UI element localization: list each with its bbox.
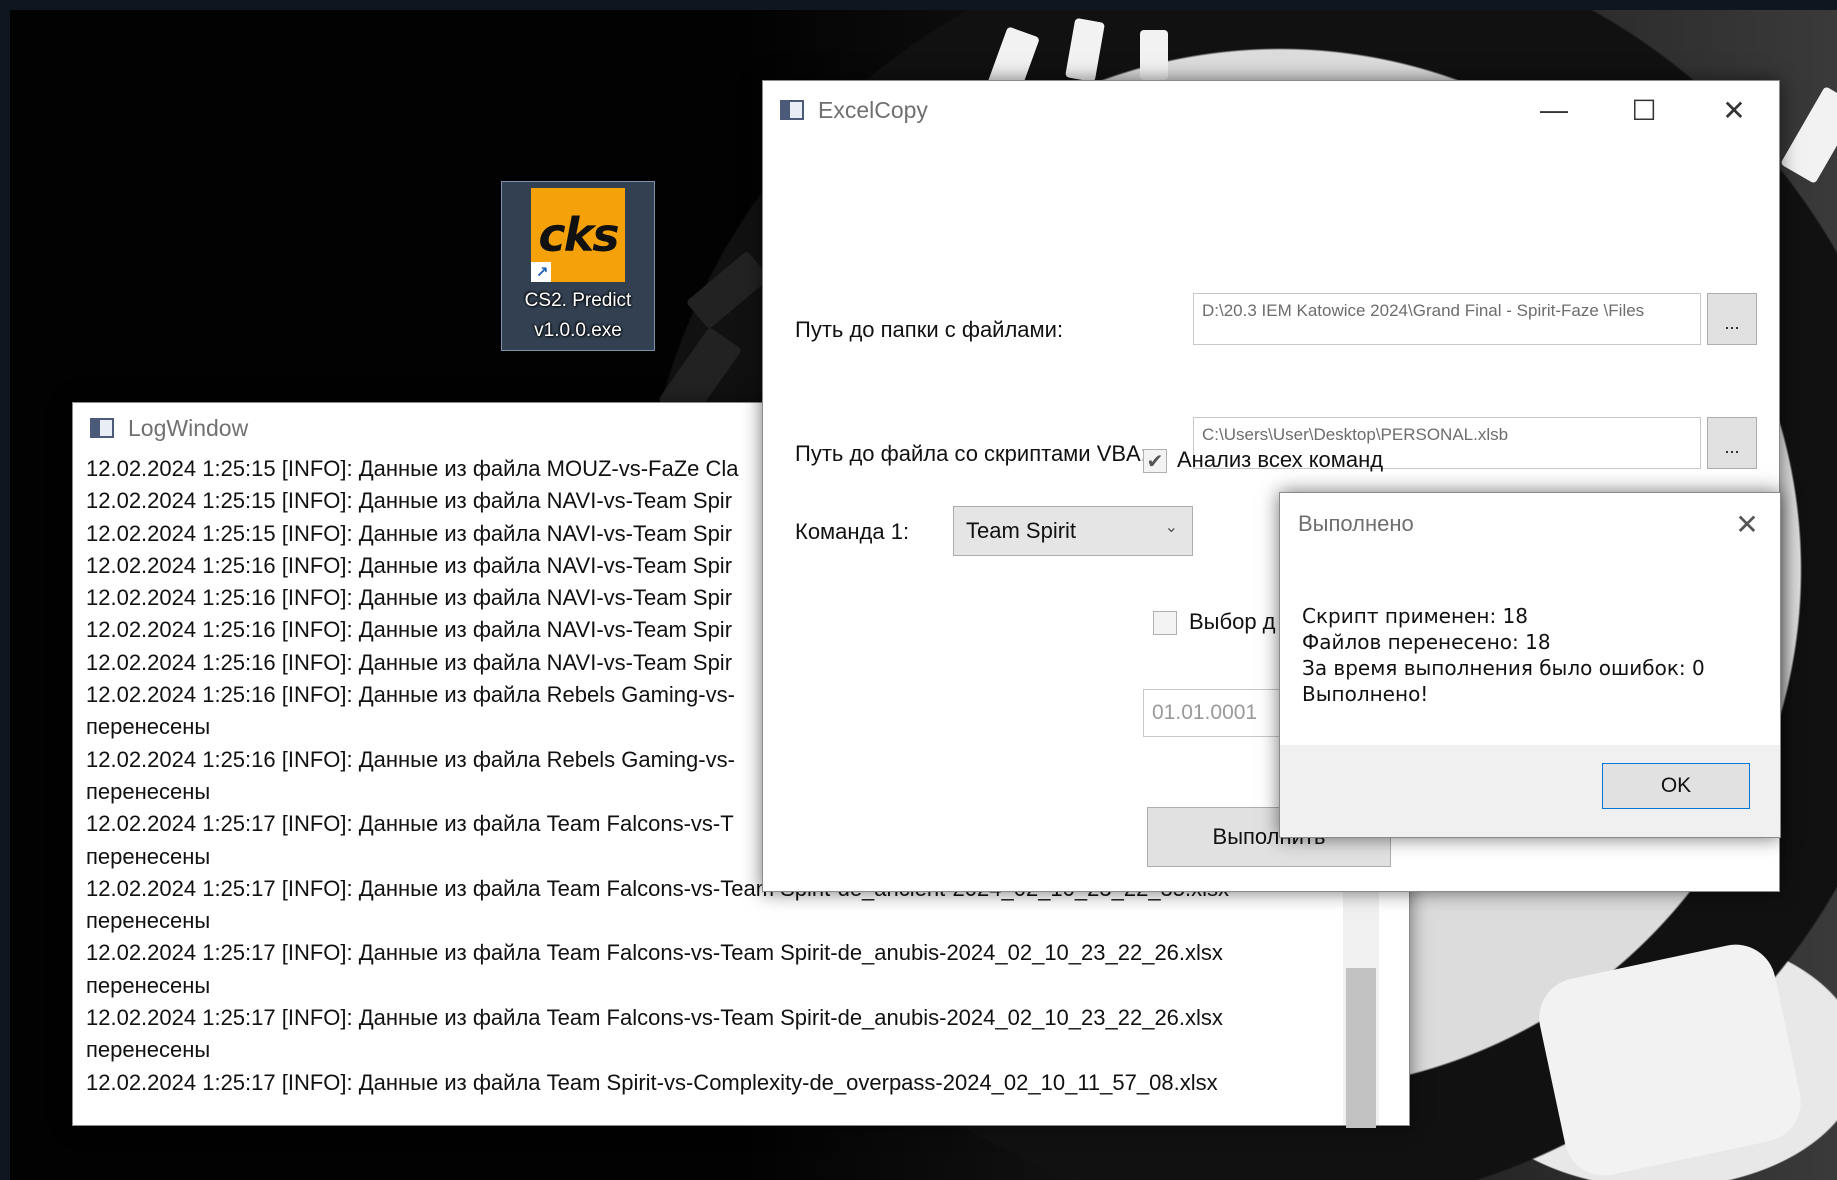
logo-text: cks <box>538 208 619 262</box>
log-line: 12.02.2024 1:25:17 [INFO]: Данные из фай… <box>86 940 1223 966</box>
desktop-icon-label-line1: CS2. Predict <box>524 290 632 311</box>
chevron-down-icon: ⌄ <box>1164 519 1178 536</box>
completed-dialog: Выполнено ✕ Скрипт применен: 18 Файлов п… <box>1279 492 1781 838</box>
desktop-icon-label-line2: v1.0.0.exe <box>534 320 622 341</box>
close-icon[interactable]: ✕ <box>1714 493 1780 555</box>
team1-label: Команда 1: <box>795 519 910 544</box>
analyze-all-label: Анализ всех команд <box>1177 447 1384 472</box>
minimize-icon[interactable]: — <box>1509 81 1599 139</box>
cs2-predict-logo-icon: cks ↗ <box>531 188 625 282</box>
date-select-checkbox[interactable] <box>1153 611 1177 635</box>
dialog-title: Выполнено <box>1298 511 1414 536</box>
check-icon: ✔ <box>1146 450 1164 473</box>
dialog-message: Скрипт применен: 18 Файлов перенесено: 1… <box>1302 603 1705 707</box>
wallpaper-shape <box>685 250 771 330</box>
date-select-label: Выбор д <box>1189 609 1276 634</box>
log-line: 12.02.2024 1:25:17 [INFO]: Данные из фай… <box>86 1005 1223 1031</box>
log-line: перенесены <box>86 1037 211 1063</box>
log-window-title: LogWindow <box>128 414 249 441</box>
browse-vba-button[interactable]: ... <box>1707 417 1757 469</box>
team1-select[interactable]: Team Spirit ⌄ <box>953 506 1193 556</box>
log-line: перенесены <box>86 908 211 934</box>
wallpaper-shape <box>1140 30 1168 80</box>
desktop-icon-cs2-predict[interactable]: cks ↗ CS2. Predict v1.0.0.exe <box>501 181 655 351</box>
window-app-icon <box>780 100 804 120</box>
log-line: 12.02.2024 1:25:17 [INFO]: Данные из фай… <box>86 1069 1218 1095</box>
date-field[interactable]: 01.01.0001 <box>1143 689 1283 737</box>
excelcopy-titlebar[interactable]: ExcelCopy — ☐ ✕ <box>763 81 1779 139</box>
dialog-line-done: Выполнено! <box>1302 682 1429 706</box>
wallpaper-shape <box>1065 17 1105 83</box>
ok-button[interactable]: OK <box>1602 763 1750 809</box>
dialog-footer: OK <box>1280 745 1780 837</box>
maximize-icon[interactable]: ☐ <box>1599 81 1689 139</box>
wallpaper-shape <box>1531 937 1809 1180</box>
team1-select-value: Team Spirit <box>966 518 1077 543</box>
wallpaper-shape <box>1780 86 1837 184</box>
log-line: перенесены <box>86 972 211 998</box>
vba-path-label: Путь до файла со скриптами VBA: <box>795 441 1147 466</box>
dialog-line-errors: За время выполнения было ошибок: 0 <box>1302 656 1705 680</box>
desktop-icon-label: CS2. Predict v1.0.0.exe <box>525 286 632 346</box>
folder-path-label: Путь до папки с файлами: <box>795 317 1064 342</box>
dialog-titlebar[interactable]: Выполнено ✕ <box>1280 493 1780 555</box>
analyze-all-checkbox[interactable]: ✔ <box>1143 449 1167 473</box>
folder-path-field[interactable]: D:\20.3 IEM Katowice 2024\Grand Final - … <box>1193 293 1701 345</box>
window-app-icon <box>90 418 114 438</box>
close-icon[interactable]: ✕ <box>1689 81 1779 139</box>
browse-folder-button[interactable]: ... <box>1707 293 1757 345</box>
shortcut-arrow-icon: ↗ <box>531 262 551 282</box>
dialog-line-files: Файлов перенесено: 18 <box>1302 630 1551 654</box>
log-scrollbar-thumb[interactable] <box>1346 968 1376 1128</box>
excelcopy-title: ExcelCopy <box>818 96 928 123</box>
dialog-line-scripts: Скрипт применен: 18 <box>1302 604 1528 628</box>
